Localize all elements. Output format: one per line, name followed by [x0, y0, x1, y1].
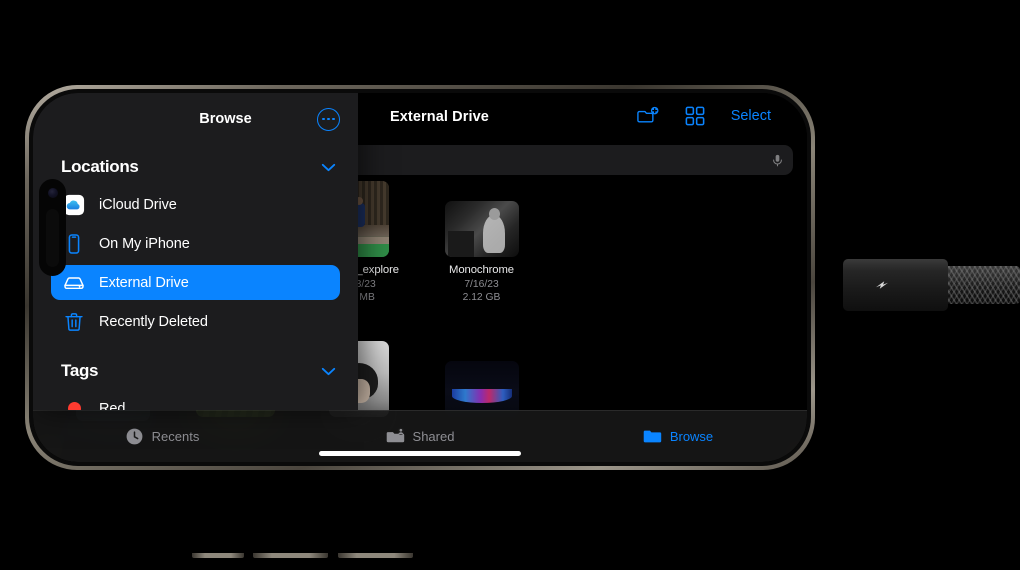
shared-folder-icon [386, 427, 404, 443]
sidebar-item-icloud-drive[interactable]: iCloud Drive [51, 187, 340, 222]
navbar-actions: Select [636, 105, 771, 127]
sidebar-item-recently-deleted[interactable]: Recently Deleted [51, 304, 340, 339]
tab-label: Browse [669, 429, 714, 444]
sidebar-section-tags[interactable]: Tags [33, 343, 358, 387]
tab-label: Recents [151, 429, 200, 444]
ellipsis-dot [332, 117, 335, 121]
new-folder-icon[interactable] [636, 105, 659, 127]
sidebar-item-label: External Drive [99, 274, 189, 291]
file-size: 2.12 GB [462, 291, 501, 303]
home-indicator [319, 451, 521, 456]
file-item[interactable]: Monochrome 7/16/23 2.12 GB [420, 201, 543, 308]
chevron-down-icon[interactable] [321, 163, 336, 172]
section-title: Tags [61, 361, 99, 380]
file-name: Monochrome [449, 264, 514, 276]
sidebar-item-label: iCloud Drive [99, 196, 177, 213]
tab-recents[interactable]: Recents [33, 427, 291, 446]
dynamic-island [39, 179, 66, 276]
browse-sidebar: Browse Locations iCloud Drive On My iPho… [33, 93, 358, 410]
iphone-device: External Drive Select Hakone_explore 7/1… [25, 85, 815, 558]
volume-up-button[interactable] [253, 553, 328, 558]
section-title: Locations [61, 157, 139, 176]
screenshot-root: External Drive Select Hakone_explore 7/1… [0, 0, 1020, 570]
sidebar-title: Browse [199, 111, 252, 127]
phone-bezel: External Drive Select Hakone_explore 7/1… [29, 89, 811, 466]
sidebar-header: Browse [33, 93, 358, 145]
clock-icon [126, 428, 143, 445]
tab-shared[interactable]: Shared [291, 427, 549, 446]
select-button[interactable]: Select [731, 108, 771, 124]
ellipsis-circle-icon[interactable] [317, 107, 340, 131]
file-thumbnail [444, 361, 519, 417]
external-drive-icon [63, 272, 85, 294]
sidebar-item-external-drive[interactable]: External Drive [51, 265, 340, 300]
front-camera-icon [48, 188, 58, 198]
earpiece-speaker [46, 209, 59, 267]
sidebar-item-label: On My iPhone [99, 235, 190, 252]
thunderbolt-cable-plug [843, 259, 948, 311]
icloud-drive-icon [63, 194, 85, 216]
cable-braid [940, 266, 1020, 304]
phone-screen: External Drive Select Hakone_explore 7/1… [33, 93, 807, 462]
tab-browse[interactable]: Browse [549, 427, 807, 446]
tag-dot-icon [63, 398, 85, 410]
ellipsis-dot [327, 117, 330, 121]
trash-icon [63, 311, 85, 333]
sidebar-item-label: Recently Deleted [99, 313, 208, 330]
chevron-down-icon[interactable] [321, 367, 336, 376]
file-date: 7/16/23 [464, 278, 499, 290]
files-app: External Drive Select Hakone_explore 7/1… [33, 93, 807, 462]
thunderbolt-bolt-icon [876, 281, 888, 289]
page-title: External Drive [390, 109, 489, 125]
sidebar-item-on-my-iphone[interactable]: On My iPhone [51, 226, 340, 261]
action-button[interactable] [192, 553, 244, 558]
sidebar-section-locations[interactable]: Locations [33, 145, 358, 183]
tab-label: Shared [412, 429, 455, 444]
folder-icon [643, 430, 662, 443]
grid-view-icon[interactable] [684, 105, 706, 127]
sidebar-item-label: Red [99, 400, 126, 411]
sidebar-item-tag-red[interactable]: Red [51, 391, 340, 410]
file-thumbnail [444, 201, 519, 257]
volume-down-button[interactable] [338, 553, 413, 558]
microphone-icon[interactable] [771, 152, 784, 169]
ellipsis-dot [322, 117, 325, 121]
iphone-icon [63, 233, 85, 255]
